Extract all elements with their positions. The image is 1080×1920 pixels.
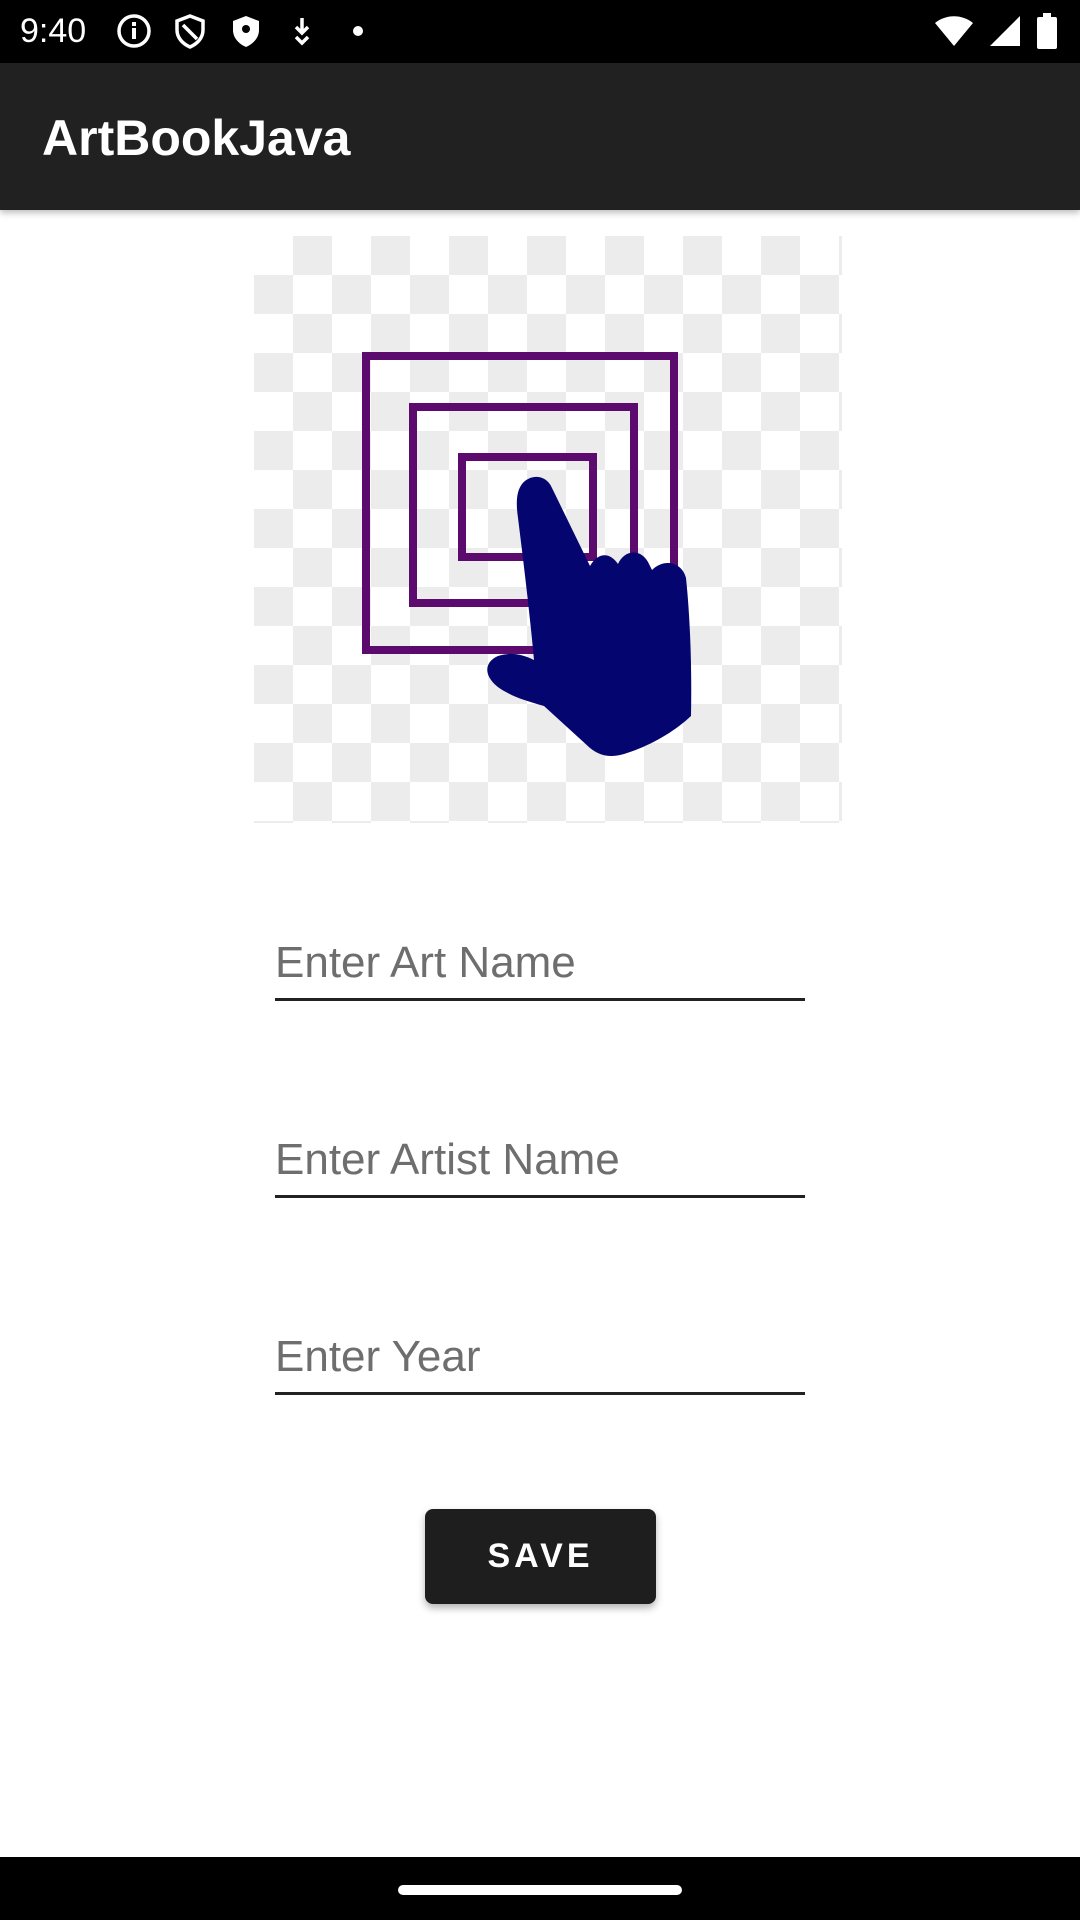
navigation-bar (0, 1857, 1080, 1920)
save-button[interactable]: SAVE (425, 1509, 656, 1604)
cellular-signal-icon (990, 16, 1020, 46)
artist-name-input[interactable] (275, 1125, 805, 1198)
dot-icon (353, 26, 363, 36)
battery-icon (1037, 13, 1057, 49)
select-image-button[interactable] (254, 236, 842, 823)
shield-filled-icon (233, 16, 259, 47)
app-bar: ArtBookJava (0, 63, 1080, 210)
status-notification-icons (116, 13, 376, 49)
app-title: ArtBookJava (42, 110, 351, 166)
shield-outline-icon (175, 14, 205, 49)
info-icon (117, 14, 151, 48)
status-system-icons (934, 13, 1058, 49)
screen: 9:40 ArtBookJava Enter Art Name Enter Ar… (0, 0, 1080, 1920)
year-input[interactable] (275, 1322, 805, 1395)
wifi-icon (935, 16, 973, 46)
download-arrow-icon (294, 18, 310, 46)
select-image-icon (362, 352, 692, 756)
art-name-input[interactable] (275, 928, 805, 1001)
status-time: 9:40 (20, 12, 87, 50)
home-gesture-handle[interactable] (398, 1885, 682, 1895)
status-bar: 9:40 (0, 0, 1080, 63)
